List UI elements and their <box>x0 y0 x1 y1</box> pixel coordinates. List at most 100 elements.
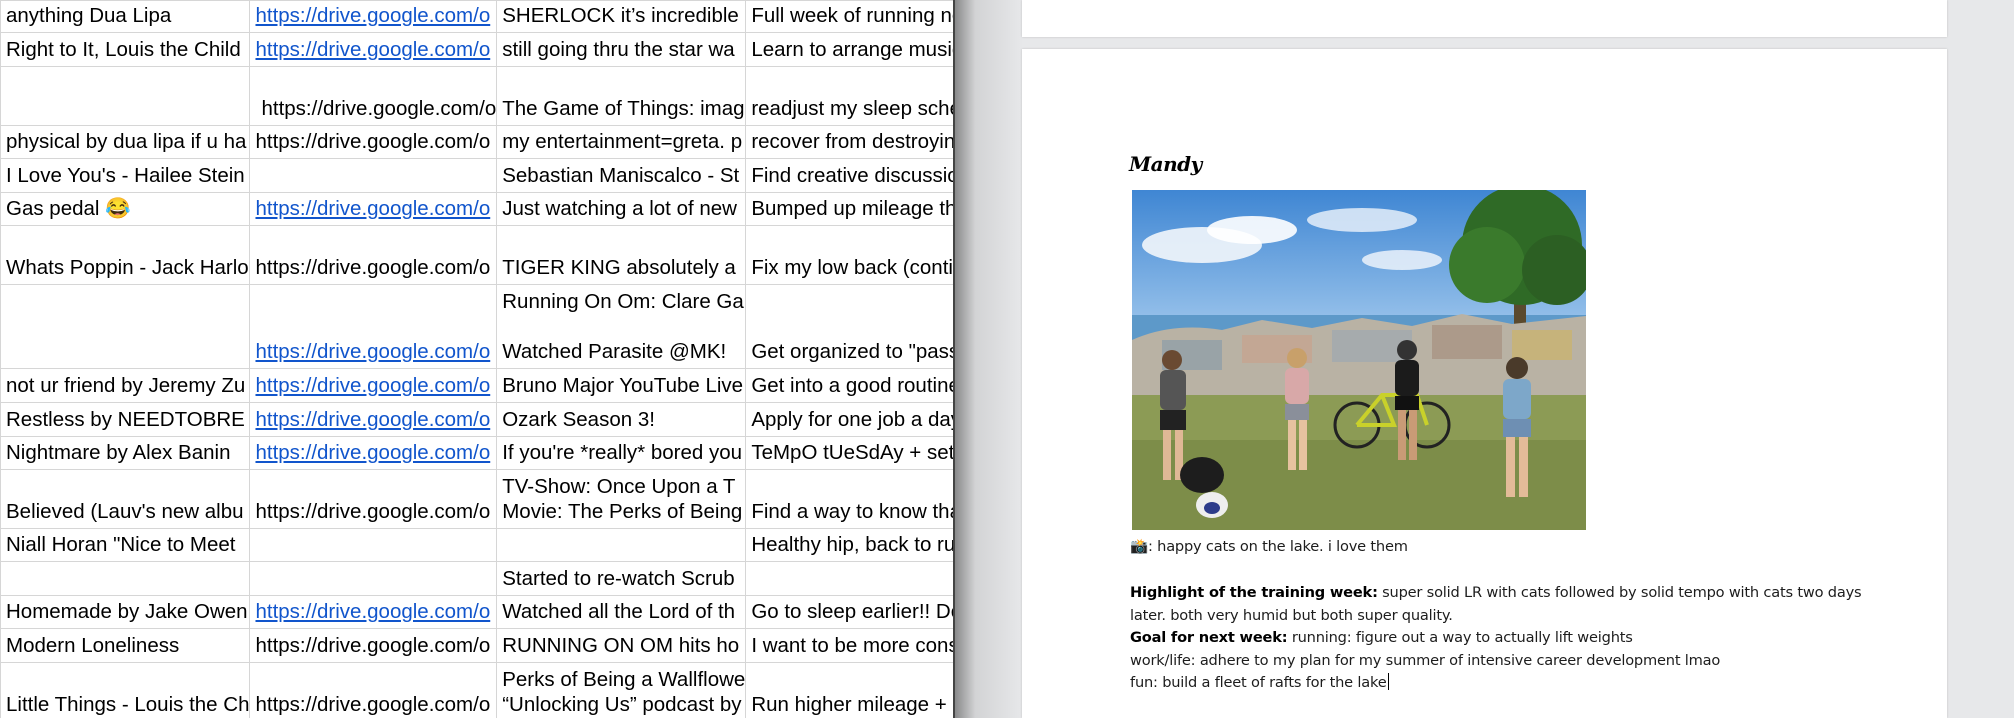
sheet-cell[interactable]: Bumped up mileage this w <box>745 192 955 226</box>
sheet-cell[interactable]: readjust my sleep schedu <box>745 66 955 126</box>
sheet-cell[interactable]: RUNNING ON OM hits ho <box>496 628 747 663</box>
sheet-cell[interactable]: Modern Loneliness <box>0 628 251 663</box>
table-row[interactable]: Believed (Lauv's new albu https://drive.g… <box>0 469 955 529</box>
sheet-cell[interactable]: Fix my low back (continue <box>745 225 955 285</box>
photo-caption[interactable]: 📸: happy cats on the lake. i love them <box>1130 536 1408 559</box>
lake-photo[interactable] <box>1132 190 1586 530</box>
table-row[interactable]: https://drive.google.com/o Running On Om:… <box>0 284 955 369</box>
caption-text: : happy cats on the lake. i love them <box>1147 538 1408 555</box>
fun-line: fun: build a fleet of rafts for the lake <box>1130 672 1861 695</box>
sheet-cell[interactable]: Run higher mileage + get <box>745 662 955 718</box>
window-edge <box>953 0 955 718</box>
table-row[interactable]: Little Things - Louis the Ch https://driv… <box>0 662 955 718</box>
highlight-text: super solid LR with cats followed by sol… <box>1377 584 1862 601</box>
sheet-cell[interactable]: Restless by NEEDTOBRE <box>0 402 251 437</box>
sheet-cell[interactable]: https://drive.google.com/o <box>249 0 498 33</box>
table-row[interactable]: Started to re-watch Scrub <box>0 561 955 596</box>
goal-label: Goal for next week: <box>1130 629 1288 646</box>
sheet-cell[interactable]: Right to It, Louis the Child <box>0 32 251 67</box>
sheet-cell[interactable]: I Love You's - Hailee Stein <box>0 158 251 193</box>
sheet-cell[interactable]: Get organized to "pass" m <box>745 284 955 369</box>
sheet-cell[interactable]: Sebastian Maniscalco - St <box>496 158 747 193</box>
sheet-cell[interactable]: https://drive.google.com/o <box>249 402 498 437</box>
sheet-cell[interactable]: anything Dua Lipa <box>0 0 251 33</box>
highlight-continuation: later. both very humid but both super qu… <box>1130 606 1453 624</box>
sheet-cell[interactable] <box>249 158 498 193</box>
sheet-cell[interactable] <box>0 561 251 596</box>
sheet-cell[interactable]: https://drive.google.com/o <box>249 192 498 226</box>
text-cursor <box>1387 673 1389 690</box>
sheet-cell[interactable]: Homemade by Jake Owen <box>0 595 251 629</box>
table-row[interactable]: Restless by NEEDTOBRE https://drive.googl… <box>0 402 955 437</box>
sheet-cell[interactable]: Niall Horan "Nice to Meet <box>0 528 251 562</box>
highlight-line: Highlight of the training week: super so… <box>1130 582 1862 605</box>
sheet-cell[interactable]: Whats Poppin - Jack Harlo <box>0 225 251 285</box>
sheet-cell[interactable]: recover from destroying m <box>745 125 955 159</box>
sheet-cell[interactable]: Find a way to know that ru <box>745 469 955 529</box>
sheet-cell[interactable]: Running On Om: Clare Ga Watched Parasite… <box>496 284 747 369</box>
sheet-cell[interactable]: https://drive.google.com/o <box>249 125 498 159</box>
sheet-cell[interactable]: If you're *really* bored you <box>496 436 747 470</box>
sheet-cell[interactable] <box>0 66 251 126</box>
sheet-cell[interactable]: https://drive.google.com/o <box>249 225 498 285</box>
sheet-cell[interactable]: Full week of running no sh <box>745 0 955 33</box>
table-row[interactable]: Niall Horan "Nice to Meet Healthy hip, ba… <box>0 528 955 562</box>
sheet-cell[interactable]: https://drive.google.com/o <box>249 628 498 663</box>
sheet-cell[interactable]: physical by dua lipa if u ha <box>0 125 251 159</box>
sheet-cell[interactable]: TIGER KING absolutely a <box>496 225 747 285</box>
table-row[interactable]: I Love You's - Hailee Stein Sebastian Man… <box>0 158 955 193</box>
sheet-cell[interactable]: https://drive.google.com/o <box>249 32 498 67</box>
sheet-cell[interactable]: Healthy hip, back to runnin <box>745 528 955 562</box>
goal-text: running: figure out a way to actually li… <box>1287 629 1633 646</box>
spreadsheet-panel[interactable]: anything Dua Lipa https://drive.google.co… <box>0 0 955 718</box>
sheet-cell[interactable]: TeMpO tUeSdAy + set a g <box>745 436 955 470</box>
sheet-cell[interactable]: TV-Show: Once Upon a T Movie: The Perks … <box>496 469 747 529</box>
sheet-cell[interactable] <box>0 284 251 369</box>
table-row[interactable]: Homemade by Jake Owen https://drive.googl… <box>0 595 955 629</box>
sheet-cell[interactable]: Learn to arrange music, p <box>745 32 955 67</box>
table-row[interactable]: physical by dua lipa if u ha https://driv… <box>0 125 955 159</box>
table-row[interactable]: not ur friend by Jeremy Zu https://drive.… <box>0 368 955 403</box>
sheet-cell[interactable] <box>745 561 955 596</box>
sheet-cell[interactable]: still going thru the star wa <box>496 32 747 67</box>
sheet-cell[interactable]: The Game of Things: imag <box>496 66 747 126</box>
sheet-cell[interactable]: my entertainment=greta. p <box>496 125 747 159</box>
sheet-cell[interactable] <box>249 528 498 562</box>
sheet-cell[interactable]: https://drive.google.com/o <box>249 436 498 470</box>
sheet-cell[interactable]: Believed (Lauv's new albu <box>0 469 251 529</box>
table-row[interactable]: Nightmare by Alex Banin https://drive.goo… <box>0 436 955 470</box>
table-row[interactable]: Whats Poppin - Jack Harlo https://drive.g… <box>0 225 955 285</box>
table-row[interactable]: Modern Loneliness https://drive.google.co… <box>0 628 955 663</box>
sheet-cell[interactable] <box>496 528 747 562</box>
sheet-cell[interactable]: https://drive.google.com/o <box>249 662 498 718</box>
table-row[interactable]: Gas pedal 😂 https://drive.google.com/o Jus… <box>0 192 955 226</box>
sheet-cell[interactable]: Apply for one job a day #b <box>745 402 955 437</box>
table-row[interactable]: Right to It, Louis the Child https://driv… <box>0 32 955 67</box>
sheet-cell[interactable] <box>249 561 498 596</box>
sheet-cell[interactable]: https://drive.google.com/o <box>249 595 498 629</box>
table-row[interactable]: https://drive.google.com/o The Game of Th… <box>0 66 955 126</box>
sheet-cell[interactable]: Get into a good routine wit <box>745 368 955 403</box>
sheet-cell[interactable]: SHERLOCK it’s incredible <box>496 0 747 33</box>
goal-line: Goal for next week: running: figure out … <box>1130 627 1861 650</box>
sheet-cell[interactable]: https://drive.google.com/o <box>249 469 498 529</box>
weekly-summary[interactable]: Highlight of the training week: super so… <box>1130 582 1862 695</box>
sheet-cell[interactable]: https://drive.google.com/o <box>249 368 498 403</box>
sheet-cell[interactable]: https://drive.google.com/o <box>249 66 498 126</box>
sheet-cell[interactable]: Gas pedal 😂 <box>0 192 251 226</box>
table-row[interactable]: anything Dua Lipa https://drive.google.co… <box>0 0 955 33</box>
sheet-cell[interactable]: Little Things - Louis the Ch <box>0 662 251 718</box>
sheet-cell[interactable]: Perks of Being a Wallflowe “Unlocking Us… <box>496 662 747 718</box>
sheet-cell[interactable]: Go to sleep earlier!! Don't <box>745 595 955 629</box>
sheet-cell[interactable]: https://drive.google.com/o <box>249 284 498 369</box>
sheet-cell[interactable]: I want to be more conscio <box>745 628 955 663</box>
sheet-cell[interactable]: not ur friend by Jeremy Zu <box>0 368 251 403</box>
sheet-cell[interactable]: Bruno Major YouTube Live <box>496 368 747 403</box>
sheet-cell[interactable]: Find creative discussion to <box>745 158 955 193</box>
sheet-cell[interactable]: Ozark Season 3! <box>496 402 747 437</box>
work-life-line: work/life: adhere to my plan for my summ… <box>1130 651 1721 669</box>
sheet-cell[interactable]: Watched all the Lord of th <box>496 595 747 629</box>
sheet-cell[interactable]: Started to re-watch Scrub <box>496 561 747 596</box>
sheet-cell[interactable]: Just watching a lot of new <box>496 192 747 226</box>
sheet-cell[interactable]: Nightmare by Alex Banin <box>0 436 251 470</box>
